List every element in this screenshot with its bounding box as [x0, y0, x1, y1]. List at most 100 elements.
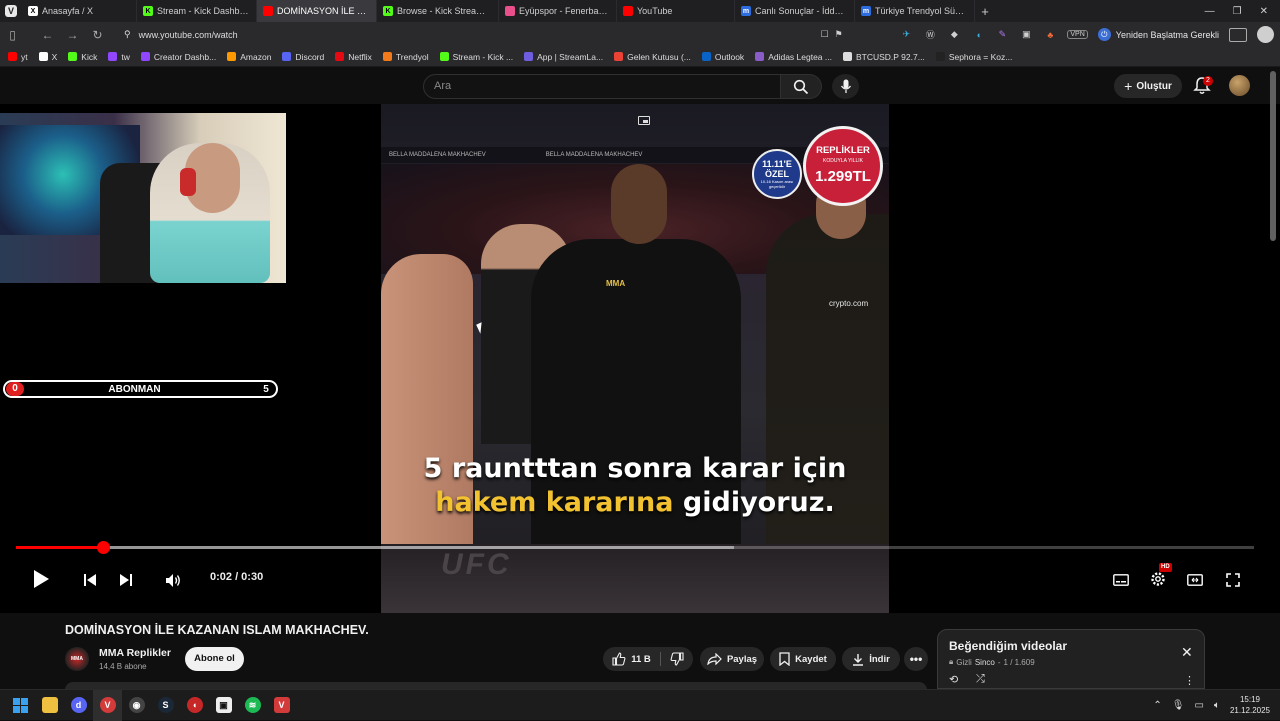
playlist-owner[interactable]: Sinco — [975, 658, 995, 667]
restart-required-button[interactable]: ⏻ Yeniden Başlatma Gerekli — [1097, 28, 1219, 41]
close-window-icon[interactable]: ✕ — [1260, 6, 1268, 17]
video-player[interactable]: BELLA MADDALENA MAKHACHEV BELLA MADDALEN… — [0, 104, 1280, 613]
extension-pen-icon[interactable]: ✎ — [995, 28, 1009, 42]
playlist-title[interactable]: Beğendiğim videolar — [949, 639, 1067, 653]
microphone-tray-icon[interactable]: 🎙︎ — [1172, 700, 1185, 711]
extension-bird-icon[interactable]: ✈ — [899, 28, 913, 42]
extension-diamond-icon[interactable]: ◆ — [947, 28, 961, 42]
settings-button[interactable] — [1148, 569, 1168, 589]
play-button[interactable] — [30, 568, 52, 590]
bookmark-item[interactable]: tw — [108, 52, 130, 62]
bookmark-item[interactable]: Creator Dashb... — [140, 52, 216, 62]
loop-icon[interactable]: ⟲ — [949, 673, 958, 686]
fullscreen-button[interactable] — [1223, 570, 1243, 590]
taskbar-file-explorer[interactable] — [35, 690, 64, 721]
page-scrollbar[interactable] — [1270, 71, 1276, 241]
account-avatar[interactable] — [1229, 75, 1250, 96]
new-tab-button[interactable]: + — [975, 4, 995, 19]
next-button[interactable] — [116, 570, 136, 590]
taskbar-obs[interactable]: ◉ — [122, 690, 151, 721]
channel-name[interactable]: MMA Replikler — [99, 647, 171, 659]
bookmark-item[interactable]: Stream - Kick ... — [439, 52, 513, 62]
tray-expand-icon[interactable]: ⌃ — [1153, 700, 1161, 711]
bookmark-item[interactable]: Gelen Kutusu (... — [614, 52, 691, 62]
shuffle-icon[interactable]: ⤮ — [976, 673, 985, 686]
minimize-icon[interactable]: — — [1205, 6, 1215, 17]
system-clock[interactable]: 15:19 21.12.2025 — [1230, 694, 1270, 716]
description-box[interactable] — [65, 682, 927, 689]
tab-x-home[interactable]: X Anasayfa / X — [22, 0, 137, 22]
url-field[interactable]: ⚲ www.youtube.com/watch — [124, 29, 238, 40]
bookmark-label: Kick — [81, 51, 98, 62]
tab-youtube-video[interactable]: DOMİNASYON İLE KAZANAN ISLAM MAKHACHEV — [257, 0, 377, 22]
bookmark-item[interactable]: Discord — [282, 52, 324, 62]
start-button[interactable] — [6, 690, 35, 721]
speaker-tray-icon[interactable]: 🔈︎ — [1214, 700, 1220, 711]
bookmark-favicon-icon — [282, 52, 292, 61]
save-button[interactable]: Kaydet — [770, 647, 836, 671]
sidebar-panel-icon[interactable] — [1229, 27, 1247, 42]
bookmark-item[interactable]: Trendyol — [382, 52, 429, 62]
video-frame[interactable]: BELLA MADDALENA MAKHACHEV BELLA MADDALEN… — [381, 104, 889, 613]
tab-youtube[interactable]: YouTube — [617, 0, 735, 22]
site-info-icon[interactable]: ⚲ — [124, 29, 131, 40]
volume-button[interactable] — [163, 570, 183, 590]
progress-bar[interactable] — [16, 541, 1254, 554]
taskbar-steam[interactable]: S — [151, 690, 180, 721]
miniplayer-icon[interactable] — [638, 116, 650, 125]
bookmark-item[interactable]: Outlook — [701, 52, 744, 62]
bookmark-item[interactable]: App | StreamLa... — [524, 52, 603, 62]
close-icon[interactable]: ✕ — [1181, 644, 1193, 661]
tab-super-lig[interactable]: m Türkiye Trendyol Süper Lig — [855, 0, 975, 22]
extension-fox-icon[interactable]: ♣ — [1043, 28, 1057, 42]
download-button[interactable]: İndir — [842, 647, 900, 671]
display-tray-icon[interactable]: ▭ — [1195, 700, 1204, 711]
theater-mode-button[interactable] — [1185, 570, 1205, 590]
like-button[interactable]: 11 B — [612, 652, 651, 666]
bookmark-item[interactable]: Kick — [68, 52, 97, 62]
bookmark-item[interactable]: yt — [8, 52, 28, 62]
tab-iddaa[interactable]: m Canlı Sonuçlar - İddaa Sonu — [735, 0, 855, 22]
extension-wave-icon[interactable]: ◖ — [971, 28, 985, 42]
bookmark-item[interactable]: Adidas Legtea ... — [755, 52, 832, 62]
share-button[interactable]: Paylaş — [700, 647, 764, 671]
tab-kick-dashboard[interactable]: K Stream - Kick Dashboard — [137, 0, 257, 22]
search-button[interactable] — [781, 74, 822, 99]
taskbar-discord[interactable]: d — [64, 690, 93, 721]
previous-button[interactable] — [80, 570, 100, 590]
tab-kick-browse[interactable]: K Browse - Kick Streaming — [377, 0, 499, 22]
tab-eyupspor-fb[interactable]: Eyüpspor - Fenerbahçe Maç — [499, 0, 617, 22]
panel-toggle-icon[interactable]: ▯ — [0, 28, 25, 42]
bookmark-page-icon[interactable]: ☐ — [818, 28, 832, 42]
extension-w-icon[interactable]: Ⓦ — [923, 28, 937, 42]
voice-search-button[interactable] — [832, 74, 859, 99]
progress-scrubber[interactable] — [96, 541, 110, 554]
taskbar-app-robot[interactable]: ▣ — [209, 690, 238, 721]
back-icon[interactable]: ← — [35, 28, 60, 42]
bookmark-item[interactable]: X — [38, 52, 57, 62]
create-button[interactable]: + Oluştur — [1114, 74, 1182, 98]
thumbs-down-icon[interactable] — [670, 652, 684, 666]
taskbar-app-red[interactable]: ◖ — [180, 690, 209, 721]
taskbar-app-v[interactable]: V — [267, 690, 296, 721]
bookmark-star-icon[interactable]: ⚑ — [832, 28, 846, 42]
bookmark-item[interactable]: BTCUSD.P 92.7... — [842, 52, 925, 62]
search-input[interactable]: Ara — [423, 74, 781, 99]
more-vertical-icon[interactable]: ⋮ — [1184, 674, 1195, 687]
more-actions-button[interactable]: ••• — [904, 647, 928, 671]
forward-icon[interactable]: → — [60, 28, 85, 42]
bookmark-item[interactable]: Amazon — [227, 52, 271, 62]
profile-avatar[interactable] — [1257, 26, 1274, 43]
reload-icon[interactable]: ↻ — [85, 28, 110, 42]
channel-avatar[interactable]: MMA — [65, 647, 89, 671]
subscribe-button[interactable]: Abone ol — [185, 647, 244, 671]
maximize-icon[interactable]: ❐ — [1233, 6, 1242, 17]
taskbar-spotify[interactable]: ≋ — [238, 690, 267, 721]
subtitles-button[interactable] — [1111, 570, 1131, 590]
bookmark-item[interactable]: Netflix — [335, 52, 372, 62]
vivaldi-menu-icon[interactable]: V — [0, 0, 22, 22]
extension-robot-icon[interactable]: ▣ — [1019, 28, 1033, 42]
vpn-button[interactable]: VPN — [1067, 30, 1088, 39]
bookmark-item[interactable]: Sephora = Koz... — [935, 52, 1012, 62]
taskbar-vivaldi[interactable]: V — [93, 689, 122, 721]
